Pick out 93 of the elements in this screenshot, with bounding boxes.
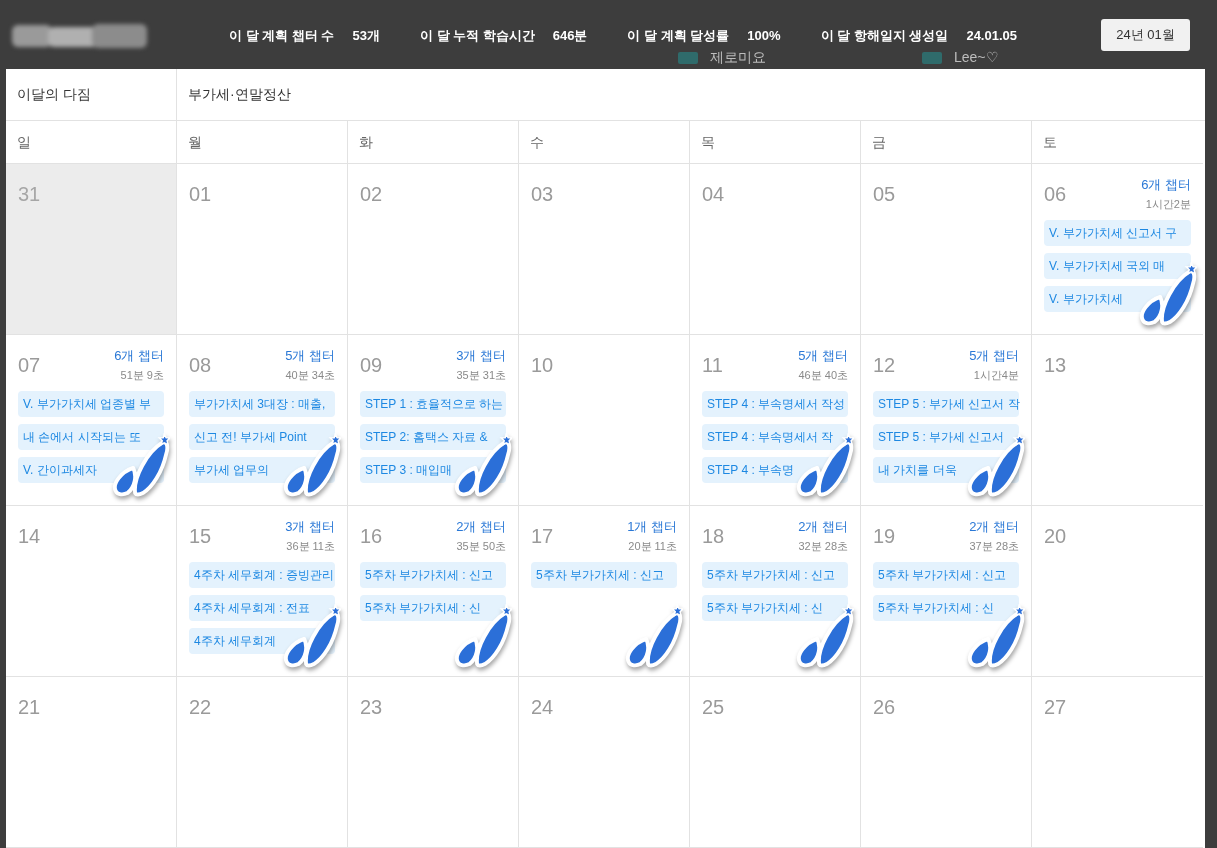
chapter-chip[interactable]: 5주차 부가가치세 : 신 [360,595,506,621]
stat-value: 646분 [552,27,588,45]
day-number: 04 [702,182,725,207]
goal-label: 이달의 다짐 [17,85,91,104]
chapter-chip[interactable]: 5주차 부가가치세 : 신고 [360,562,506,588]
chapter-chip[interactable]: V. 부가가치세 업종별 부 [18,391,164,417]
weekday-header: 금 [872,132,886,152]
day-number: 31 [18,182,41,207]
study-duration: 32분 28초 [798,539,848,554]
chapter-chip[interactable]: 5주차 부가가치세 : 신 [702,595,848,621]
day-number: 03 [531,182,554,207]
chapter-chip[interactable]: 5주차 부가가치세 : 신 [873,595,1019,621]
day-number: 05 [873,182,896,207]
study-duration: 37분 28초 [969,539,1019,554]
study-duration: 35분 50초 [456,539,506,554]
day-number: 23 [360,695,383,720]
day-number: 18 [702,524,725,549]
chapter-count: 2개 챕터 [456,518,506,536]
chapter-count: 1개 챕터 [627,518,677,536]
chapter-count: 6개 챕터 [1141,176,1191,194]
chapter-chip[interactable]: 5주차 부가가치세 : 신고 [873,562,1019,588]
chapter-chip[interactable]: 4주차 세무회계 : 증빙관리 [189,562,335,588]
goal-text: 부가세·연말정산 [188,85,291,104]
day-number: 26 [873,695,896,720]
day-number: 10 [531,353,554,378]
study-duration: 20분 11초 [628,539,677,554]
stat-label: 이 달 계획 챕터 수 [229,27,335,45]
weekday-header: 일 [17,132,31,152]
member-name: Lee~♡ [954,49,999,66]
weekday-header: 토 [1043,132,1057,152]
day-number: 27 [1044,695,1067,720]
day-number: 02 [360,182,383,207]
day-number: 20 [1044,524,1067,549]
day-number: 16 [360,524,383,549]
chapter-chip[interactable]: STEP 1 : 효율적으로 하는 [360,391,506,417]
stat-value: 100% [747,27,781,45]
weekday-header: 수 [530,132,544,152]
chapter-count: 3개 챕터 [285,518,335,536]
month-button[interactable]: 24년 01월 [1101,19,1190,51]
day-number: 11 [702,353,723,378]
chapter-chip[interactable]: V. 부가가치세 신고서 구 [1044,220,1191,246]
chapter-chip[interactable]: STEP 5 : 부가세 신고서 [873,424,1019,450]
weekday-header: 목 [701,132,715,152]
day-number: 08 [189,353,212,378]
level-badge-icon [922,51,942,64]
chapter-count: 3개 챕터 [456,347,506,365]
day-number: 19 [873,524,896,549]
chapter-chip[interactable]: 부가가치세 3대장 : 매출, [189,391,335,417]
day-number: 13 [1044,353,1067,378]
day-number: 24 [531,695,554,720]
day-number: 12 [873,353,896,378]
day-number: 22 [189,695,212,720]
day-number: 15 [189,524,212,549]
day-number: 21 [18,695,41,720]
day-number: 06 [1044,182,1067,207]
study-duration: 1시간2분 [1145,197,1191,212]
study-duration: 40분 34초 [285,368,335,383]
day-number: 14 [18,524,41,549]
study-duration: 1시간4분 [973,368,1019,383]
day-number: 17 [531,524,554,549]
day-number: 09 [360,353,383,378]
study-duration: 46분 40초 [798,368,848,383]
day-number: 07 [18,353,41,378]
weekday-header: 월 [188,132,202,152]
chapter-chip[interactable]: V. 부가가치세 국외 매 [1044,253,1191,279]
chapter-chip[interactable]: STEP 4 : 부속명세서 작성 [702,391,848,417]
stat-label: 이 달 계획 달성률 [627,27,730,45]
chapter-chip[interactable]: 신고 전! 부가세 Point [189,424,335,450]
chapter-chip[interactable]: STEP 2: 홈택스 자료 & [360,424,506,450]
stat-label: 이 달 항해일지 생성일 [820,27,949,45]
study-duration: 51분 9초 [120,368,164,383]
chapter-count: 5개 챕터 [969,347,1019,365]
day-number: 25 [702,695,725,720]
chapter-chip[interactable]: 내 손에서 시작되는 또 [18,424,164,450]
chapter-chip[interactable]: 4주차 세무회계 : 전표 [189,595,335,621]
chapter-count: 5개 챕터 [285,347,335,365]
chapter-count: 2개 챕터 [969,518,1019,536]
chapter-count: 5개 챕터 [798,347,848,365]
chapter-count: 2개 챕터 [798,518,848,536]
study-duration: 35분 31초 [456,368,506,383]
chapter-chip[interactable]: STEP 5 : 부가세 신고서 작 [873,391,1019,417]
stat-label: 이 달 누적 학습시간 [419,27,535,45]
chapter-chip[interactable]: STEP 4 : 부속명세서 작 [702,424,848,450]
level-badge-icon [678,51,698,64]
chapter-chip[interactable]: 5주차 부가가치세 : 신고 [531,562,677,588]
study-duration: 36분 11초 [286,539,335,554]
day-number: 01 [189,182,212,207]
chapter-count: 6개 챕터 [114,347,164,365]
chapter-chip[interactable]: 5주차 부가가치세 : 신고 [702,562,848,588]
stat-value: 24.01.05 [966,27,1017,45]
stat-value: 53개 [352,27,380,45]
weekday-header: 화 [359,132,373,152]
member-name: 제로미요 [710,49,766,66]
